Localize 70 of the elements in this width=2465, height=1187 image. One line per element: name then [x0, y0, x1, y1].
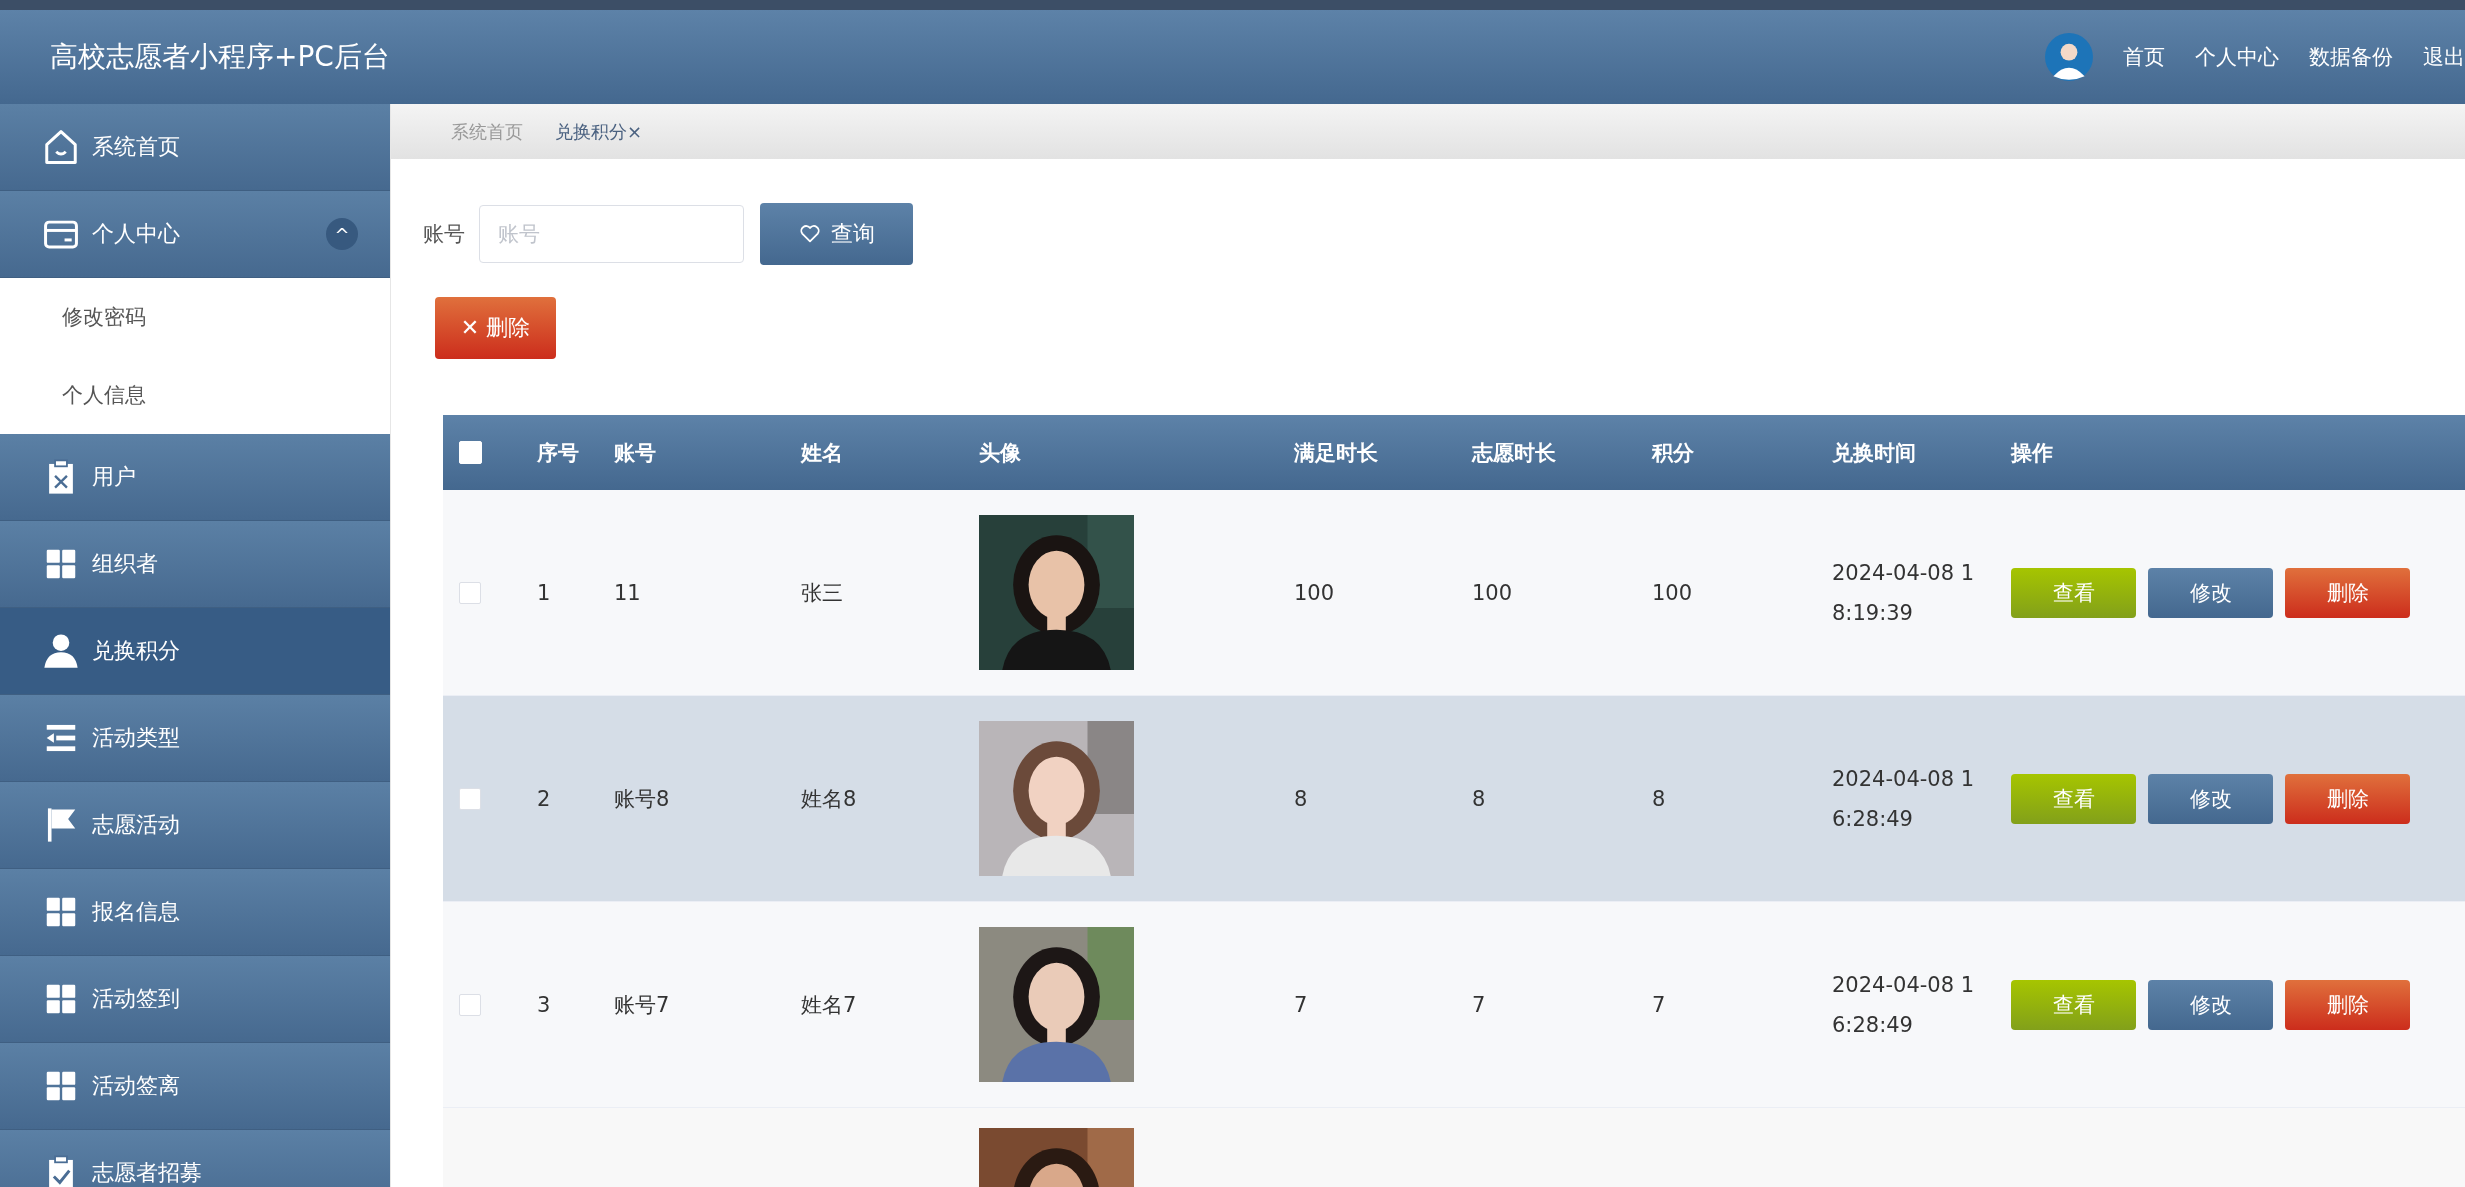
- table-cell-text: 账号7: [614, 991, 670, 1019]
- app-title: 高校志愿者小程序+PC后台: [50, 39, 390, 75]
- edit-button[interactable]: 修改: [2148, 773, 2273, 824]
- page-tab[interactable]: 兑换积分×: [555, 119, 643, 144]
- table-cell-text: 2024-04-08 18:19:39: [1832, 559, 1976, 627]
- column-header: 志愿时长: [1472, 439, 1556, 467]
- column-header: 账号: [614, 439, 656, 467]
- table-row[interactable]: 1 11 张三 100 100 100 2024-04-08 18:19:39 查看 修改 删除: [443, 490, 2465, 696]
- column-header: 兑换时间: [1832, 439, 1916, 467]
- column-header: 操作: [2011, 439, 2053, 467]
- column-header: 序号: [537, 439, 579, 467]
- page-tab[interactable]: 系统首页: [451, 119, 523, 144]
- menu-item[interactable]: 志愿活动: [0, 782, 390, 869]
- table-cell-text: 2024-04-08 16:28:49: [1832, 971, 1976, 1039]
- table-cell: 11: [614, 580, 641, 605]
- menu-item[interactable]: 兑换积分: [0, 608, 390, 695]
- table-cell: 7: [1652, 992, 1666, 1017]
- menu-item[interactable]: 活动签到: [0, 956, 390, 1043]
- row-checkbox[interactable]: [459, 581, 481, 604]
- edit-button[interactable]: 修改: [2148, 567, 2273, 618]
- menu-item[interactable]: 活动类型: [0, 695, 390, 782]
- field-label: 账号: [423, 221, 465, 248]
- nav-link[interactable]: 数据备份: [2309, 43, 2393, 71]
- edit-button[interactable]: 修改: [2148, 979, 2273, 1030]
- table-cell: 8: [1652, 786, 1666, 811]
- person-icon: [42, 632, 80, 670]
- select-all-checkbox[interactable]: [459, 441, 482, 464]
- table-cell: 100: [1472, 580, 1513, 605]
- table-row[interactable]: 3 账号7 姓名7 7 7 7 2024-04-08 16:28:49 查看 修改 删除: [443, 902, 2465, 1108]
- table-cell-text: 张三: [801, 579, 843, 607]
- table-cell: 8: [1472, 786, 1486, 811]
- menu-item[interactable]: 系统首页: [0, 104, 390, 191]
- delete-button[interactable]: 删除: [2285, 567, 2410, 618]
- nav-link[interactable]: 退出: [2423, 43, 2465, 71]
- column-header: 满足时长: [1294, 439, 1378, 467]
- search-button[interactable]: 查询: [760, 203, 913, 265]
- table-cell: 7: [1294, 992, 1308, 1017]
- menu-item[interactable]: 用户: [0, 434, 390, 521]
- account-field[interactable]: 账号: [479, 205, 744, 263]
- row-checkbox[interactable]: [459, 787, 481, 810]
- column-header: 积分: [1652, 439, 1694, 467]
- avatar-icon[interactable]: [2045, 33, 2093, 81]
- table-cell: 7: [1472, 992, 1486, 1017]
- delete-button[interactable]: 删除: [2285, 979, 2410, 1030]
- nav-link[interactable]: 个人中心: [2195, 43, 2279, 71]
- menu-item[interactable]: 活动签离: [0, 1043, 390, 1130]
- collapse-toggle[interactable]: ^: [326, 218, 358, 250]
- nav-link[interactable]: 首页: [2123, 43, 2165, 71]
- menu-item[interactable]: 报名信息: [0, 869, 390, 956]
- table-cell: 8: [1294, 786, 1308, 811]
- table-cell-text: 姓名7: [801, 991, 857, 1019]
- table-cell-text: 姓名8: [801, 785, 857, 813]
- column-header: 姓名: [801, 439, 843, 467]
- row-checkbox[interactable]: [459, 993, 481, 1016]
- delete-button[interactable]: ✕ 删除: [435, 297, 556, 359]
- table-cell: 2: [537, 786, 551, 811]
- table-cell: 3: [537, 992, 551, 1017]
- heart-icon: [798, 223, 821, 245]
- menu-item[interactable]: 个人中心 ^: [0, 191, 390, 278]
- menu-item[interactable]: 志愿者招募: [0, 1130, 390, 1187]
- table-cell: 1: [537, 580, 551, 605]
- table-cell-text: 账号8: [614, 785, 670, 813]
- table-cell: 100: [1652, 580, 1693, 605]
- table-row[interactable]: 2 账号8 姓名8 8 8 8 2024-04-08 16:28:49 查看 修改 删除: [443, 696, 2465, 902]
- house-icon: [42, 128, 80, 166]
- table-cell-text: 2024-04-08 16:28:49: [1832, 765, 1976, 833]
- delete-button[interactable]: 删除: [2285, 773, 2410, 824]
- column-header: 头像: [979, 439, 1021, 467]
- table-cell: 100: [1294, 580, 1335, 605]
- menu-item[interactable]: 组织者: [0, 521, 390, 608]
